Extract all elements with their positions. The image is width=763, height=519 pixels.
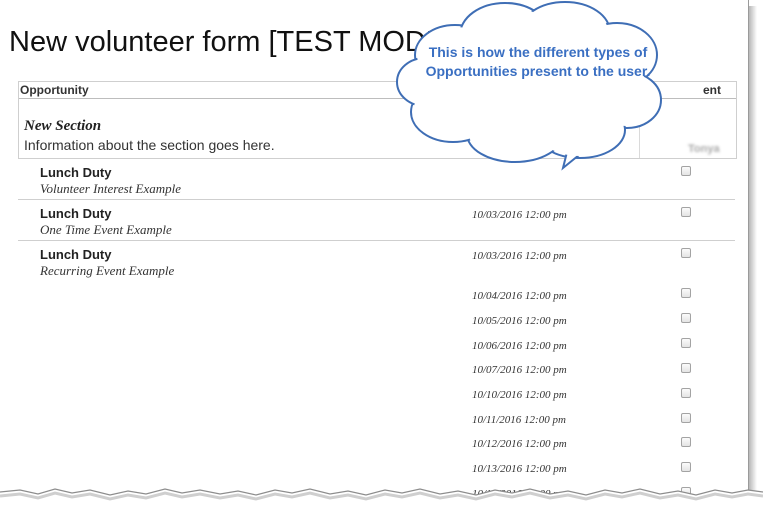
page-shadow	[749, 6, 757, 506]
attendance-checkbox[interactable]	[681, 338, 691, 348]
event-date: 10/06/2016 12:00 pm	[472, 340, 567, 352]
attendance-checkbox[interactable]	[681, 388, 691, 398]
attendance-checkbox[interactable]	[681, 207, 691, 217]
column-header-attendance: ent	[703, 83, 721, 97]
opportunity-row: Lunch Duty One Time Event Example	[18, 200, 735, 241]
attendance-checkbox[interactable]	[681, 313, 691, 323]
opportunity-name: Lunch Duty	[40, 247, 112, 262]
event-date: 10/03/2016 12:00 pm	[472, 209, 567, 221]
callout-text: This is how the different types of Oppor…	[425, 44, 651, 79]
opportunity-type: One Time Event Example	[40, 222, 172, 237]
section-description: Information about the section goes here.	[24, 137, 275, 153]
opportunity-row: Lunch Duty Recurring Event Example	[18, 241, 735, 501]
attendance-checkbox[interactable]	[681, 413, 691, 423]
event-date: 10/05/2016 12:00 pm	[472, 315, 567, 327]
opportunity-name: Lunch Duty	[40, 206, 112, 221]
attendance-checkbox[interactable]	[681, 363, 691, 373]
opportunity-type: Recurring Event Example	[40, 263, 175, 278]
cloud-callout	[396, 1, 662, 171]
attendance-checkbox[interactable]	[681, 248, 691, 258]
event-date: 10/11/2016 12:00 pm	[472, 414, 566, 426]
torn-edge	[0, 488, 763, 519]
event-date: 10/12/2016 12:00 pm	[472, 438, 567, 450]
page-title: New volunteer form [TEST MODE]	[9, 26, 454, 58]
event-date: 10/13/2016 12:00 pm	[472, 463, 567, 475]
event-date: 10/07/2016 12:00 pm	[472, 364, 567, 376]
attendance-checkbox[interactable]	[681, 166, 691, 176]
attendance-checkbox[interactable]	[681, 288, 691, 298]
opportunity-type: Volunteer Interest Example	[40, 181, 182, 196]
column-header-opportunity: Opportunity	[20, 83, 89, 97]
event-date: 10/03/2016 12:00 pm	[472, 250, 567, 262]
section-title: New Section	[24, 118, 102, 134]
opportunity-name: Lunch Duty	[40, 165, 112, 180]
event-date: 10/04/2016 12:00 pm	[472, 290, 567, 302]
attendance-checkbox[interactable]	[681, 462, 691, 472]
attendance-checkbox[interactable]	[681, 437, 691, 447]
event-date: 10/10/2016 12:00 pm	[472, 389, 567, 401]
member-name: Tonya	[688, 143, 720, 155]
